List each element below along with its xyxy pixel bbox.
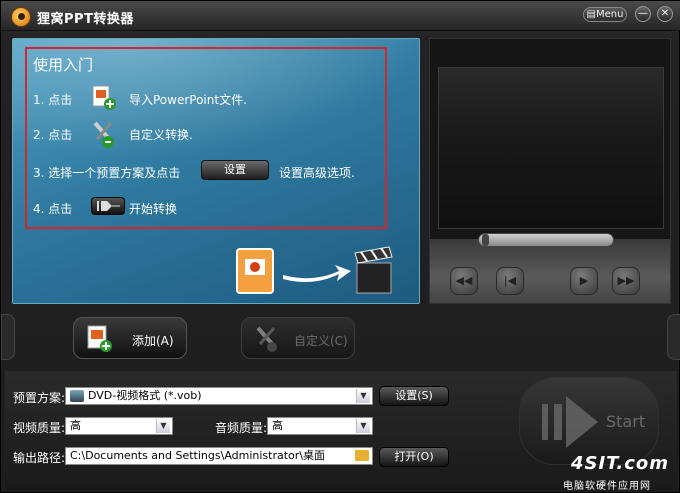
- output-path-field[interactable]: C:\Documents and Settings\Administrator\…: [65, 447, 373, 465]
- preset-value: DVD-视频格式 (*.vob): [88, 389, 202, 402]
- step-1-prefix: 1. 点击: [33, 93, 73, 107]
- video-preview-screen: [438, 67, 664, 229]
- output-path-value: C:\Documents and Settings\Administrator\…: [70, 449, 326, 462]
- minimize-button[interactable]: —: [635, 6, 651, 22]
- preview-panel: ◀◀ |◀ ▶ ▶▶: [429, 38, 671, 304]
- menu-label: Menu: [595, 9, 624, 20]
- audio-quality-label: 音频质量:: [215, 421, 268, 435]
- step-3-text: 设置高级选项.: [279, 166, 355, 180]
- menu-icon: ▤: [586, 9, 596, 20]
- start-arrow-icon: [566, 396, 598, 448]
- audio-quality-value: 高: [272, 419, 283, 432]
- seek-slider[interactable]: [478, 233, 614, 247]
- right-side-tab: [667, 314, 680, 360]
- site-watermark: 4SIT.com 电脑软硬件应用网: [559, 453, 677, 492]
- video-quality-dropdown[interactable]: 高 ▼: [65, 417, 173, 435]
- rewind-button[interactable]: ◀◀: [450, 267, 478, 295]
- start-icon-bar: [554, 404, 562, 440]
- add-button[interactable]: 添加(A): [73, 317, 187, 359]
- dropdown-arrow-icon: ▼: [356, 419, 370, 433]
- guide-settings-button[interactable]: 设置: [201, 160, 269, 180]
- step-4-prefix: 4. 点击: [33, 202, 73, 216]
- start-label: Start: [606, 412, 646, 431]
- clapperboard-icon: [354, 246, 393, 294]
- custom-tools-icon: [93, 121, 114, 148]
- play-icon: ▶: [579, 274, 589, 287]
- step-back-button[interactable]: |◀: [496, 267, 524, 295]
- step-2-text: 自定义转换.: [129, 128, 193, 142]
- rewind-icon: ◀◀: [455, 274, 473, 287]
- dropdown-arrow-icon: ▼: [156, 419, 170, 433]
- dropdown-arrow-icon: ▼: [356, 389, 370, 403]
- customize-button-label: 自定义(C): [294, 334, 348, 348]
- audio-quality-dropdown[interactable]: 高 ▼: [267, 417, 373, 435]
- step-1-text: 导入PowerPoint文件.: [129, 93, 247, 107]
- arrow-icon: [283, 265, 351, 283]
- custom-tools-icon: [256, 326, 277, 352]
- step-3-prefix: 3. 选择一个预置方案及点击: [33, 166, 181, 180]
- folder-icon[interactable]: [355, 450, 369, 461]
- step-back-icon: |◀: [503, 274, 517, 287]
- start-button[interactable]: Start: [519, 377, 659, 465]
- add-button-label: 添加(A): [132, 334, 174, 348]
- left-side-tab: [1, 314, 15, 360]
- start-icon-bar: [542, 404, 548, 440]
- watermark-site: 4SIT.com: [571, 453, 670, 474]
- video-quality-label: 视频质量:: [13, 421, 66, 435]
- guide-start-button[interactable]: [91, 197, 125, 215]
- play-button[interactable]: ▶: [570, 267, 598, 295]
- import-ppt-icon: [92, 85, 116, 110]
- menu-button[interactable]: ▤Menu: [583, 7, 627, 22]
- open-folder-button[interactable]: 打开(O): [379, 447, 449, 467]
- step-4-text: 开始转换: [129, 202, 178, 216]
- import-ppt-icon: [87, 325, 112, 352]
- guide-panel: 使用入门 1. 点击 导入PowerPoint文件. 2. 点击 自定义转换. …: [12, 38, 420, 304]
- step-2-prefix: 2. 点击: [33, 128, 73, 142]
- conversion-flow-art: [236, 246, 393, 294]
- preset-dropdown[interactable]: DVD-视频格式 (*.vob) ▼: [65, 387, 373, 405]
- start-icon: [97, 201, 120, 211]
- title-bar[interactable]: 狸窝PPT转换器 ▤Menu — ✕: [1, 1, 680, 31]
- preset-label: 预置方案:: [13, 391, 66, 405]
- guide-title: 使用入门: [33, 56, 94, 74]
- customize-button[interactable]: 自定义(C): [241, 317, 355, 359]
- app-window: 狸窝PPT转换器 ▤Menu — ✕ 使用入门 1. 点击 导入PowerPoi…: [0, 0, 680, 493]
- window-title: 狸窝PPT转换器: [37, 12, 134, 27]
- ppt-file-icon: [236, 248, 274, 294]
- watermark-tagline: 电脑软硬件应用网: [563, 481, 651, 492]
- forward-button[interactable]: ▶▶: [612, 267, 640, 295]
- preset-settings-button[interactable]: 设置(S): [379, 386, 449, 406]
- forward-icon: ▶▶: [617, 274, 635, 287]
- dvd-icon: [70, 390, 84, 402]
- output-path-label: 输出路径:: [13, 451, 66, 465]
- seek-handle[interactable]: [482, 234, 489, 246]
- app-logo-icon: [11, 7, 31, 27]
- close-button[interactable]: ✕: [657, 6, 673, 22]
- video-quality-value: 高: [70, 419, 81, 432]
